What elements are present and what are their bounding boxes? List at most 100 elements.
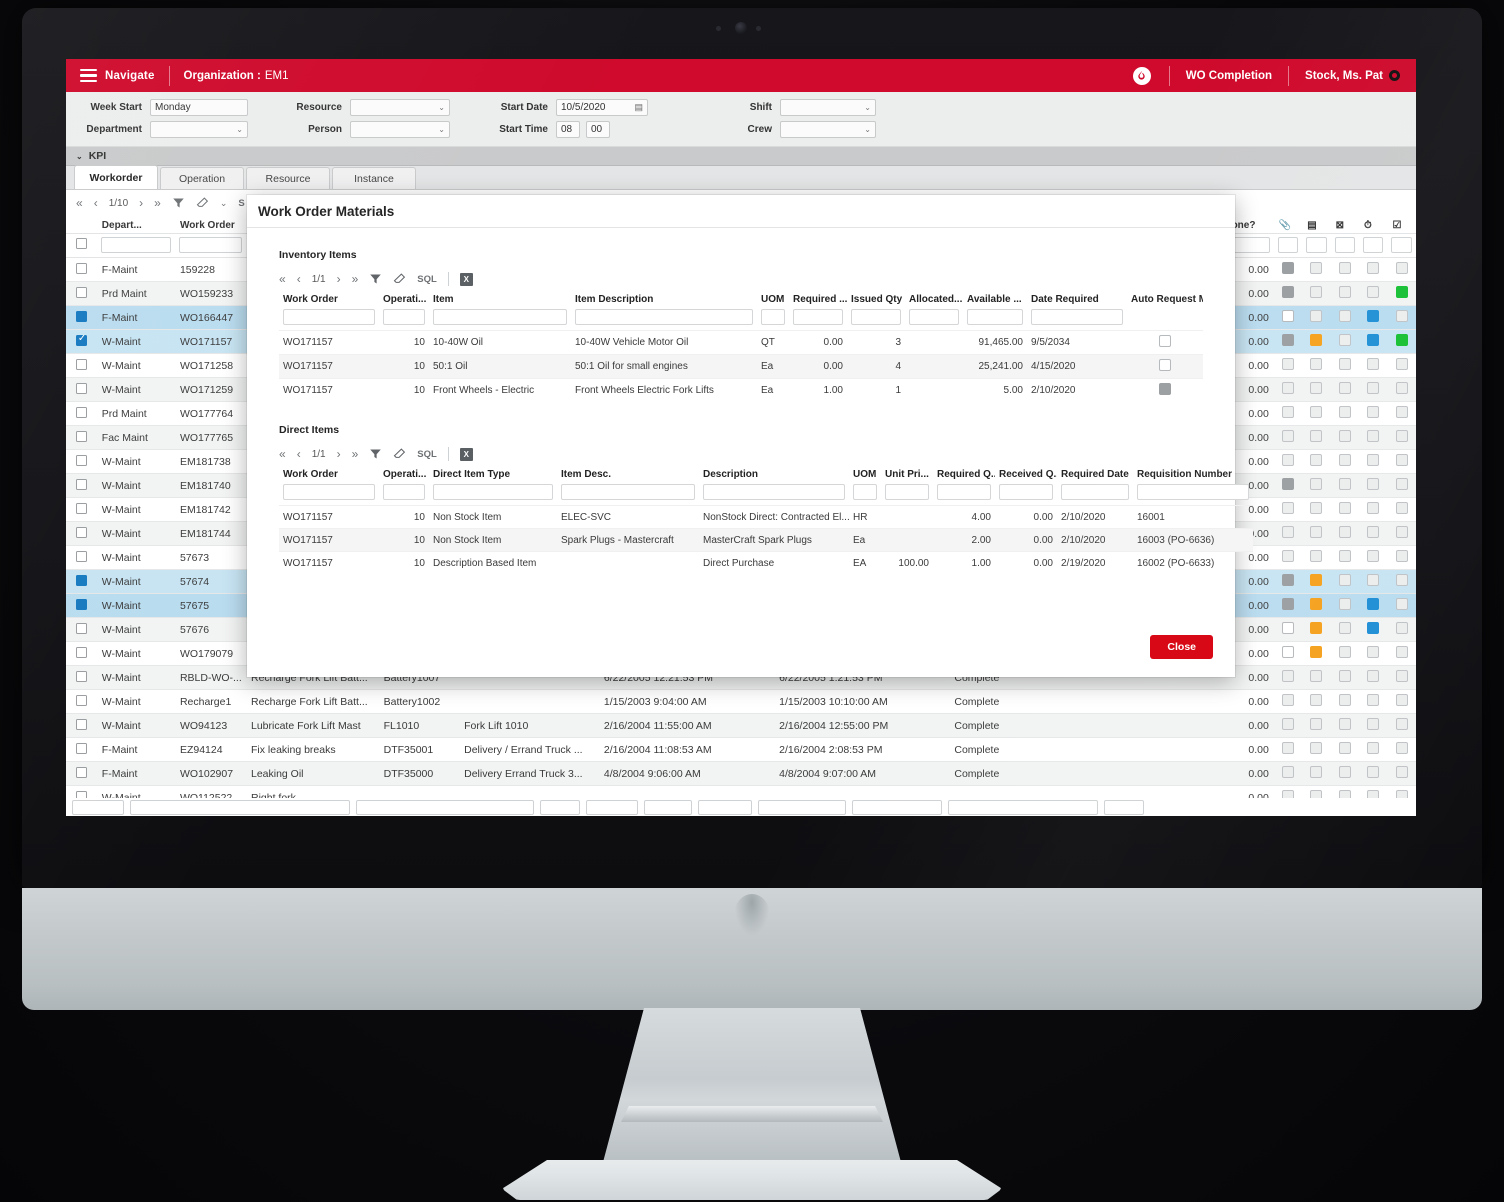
row-checkbox[interactable] — [75, 478, 87, 490]
filter-input-uom[interactable] — [761, 309, 785, 325]
cell-attachment[interactable] — [1273, 521, 1303, 546]
kpi-section-header[interactable]: ⌄ KPI — [66, 147, 1416, 166]
cell-archive[interactable] — [1302, 761, 1331, 786]
cell-archive[interactable] — [1302, 665, 1331, 690]
table-row[interactable]: WO171157 10 Description Based Item Direct P… — [279, 551, 1253, 575]
column-header-required_qty[interactable]: Required Q... — [933, 466, 995, 484]
row-checkbox[interactable] — [75, 430, 87, 442]
filter-input-date_required[interactable] — [1031, 309, 1123, 325]
row-checkbox[interactable] — [75, 454, 87, 466]
cell-alarm[interactable] — [1359, 473, 1388, 498]
cell-alarm[interactable] — [1359, 641, 1388, 666]
filter-item[interactable] — [429, 309, 571, 331]
filter-input-operation[interactable] — [383, 484, 425, 500]
cell-attachment[interactable] — [1273, 401, 1303, 426]
cell-alarm[interactable] — [1359, 569, 1388, 594]
cell-alarm[interactable] — [1359, 353, 1388, 378]
eraser-icon[interactable] — [196, 197, 209, 209]
bottom-filter-8[interactable] — [758, 799, 846, 815]
last-page-icon[interactable]: » — [352, 272, 359, 286]
cell-alarm[interactable] — [1359, 305, 1388, 330]
cell-complete[interactable] — [1387, 497, 1416, 522]
cell-archive[interactable] — [1302, 449, 1331, 474]
bottom-filter-5[interactable] — [586, 799, 638, 815]
first-page-icon[interactable]: « — [279, 447, 286, 461]
cell-archive[interactable] — [1302, 353, 1331, 378]
cell-complete[interactable] — [1387, 353, 1416, 378]
cell-attachment[interactable] — [1273, 761, 1303, 786]
column-header-item_description[interactable]: Item Description — [571, 291, 757, 309]
week-start-input[interactable]: Monday — [150, 99, 248, 116]
next-page-icon[interactable]: › — [139, 196, 143, 210]
filter-available[interactable] — [963, 309, 1027, 331]
row-checkbox[interactable] — [75, 262, 87, 274]
user-menu[interactable]: Stock, Ms. Pat — [1288, 65, 1416, 86]
cell-alarm[interactable] — [1359, 713, 1388, 738]
previous-page-icon[interactable]: ‹ — [297, 272, 301, 286]
cell-archive[interactable] — [1302, 641, 1331, 666]
filter-uom[interactable] — [849, 484, 881, 506]
cancel-icon[interactable]: ⊠ — [1330, 216, 1360, 234]
filter-operation[interactable] — [379, 309, 429, 331]
cell-cancel[interactable] — [1330, 329, 1360, 354]
cell-cancel[interactable] — [1330, 593, 1360, 618]
checkbox-icon[interactable]: ☑ — [1387, 216, 1416, 234]
bottom-filter-4[interactable] — [540, 799, 580, 815]
cell-alarm[interactable] — [1359, 617, 1388, 642]
cell-cancel[interactable] — [1330, 377, 1360, 402]
filter-direct_item_type[interactable] — [429, 484, 557, 506]
table-row[interactable]: WO171157 10 50:1 Oil 50:1 Oil for small eng… — [279, 354, 1203, 379]
column-header-uom[interactable]: UOM — [849, 466, 881, 484]
filter-date_required[interactable] — [1027, 309, 1127, 331]
bottom-filter-11[interactable] — [1104, 799, 1144, 815]
cell-alarm[interactable] — [1359, 545, 1388, 570]
cell-archive[interactable] — [1302, 713, 1331, 738]
cell-alarm[interactable] — [1359, 689, 1388, 714]
cell-alarm[interactable] — [1359, 401, 1388, 426]
row-checkbox[interactable] — [75, 766, 87, 778]
filter-input-description[interactable] — [703, 484, 845, 500]
calendar-icon[interactable]: ▤ — [634, 102, 643, 113]
cell-complete[interactable] — [1387, 713, 1416, 738]
header-department[interactable]: Depart... — [96, 216, 175, 234]
cell-attachment[interactable] — [1273, 713, 1303, 738]
cell-archive[interactable] — [1302, 569, 1331, 594]
filter-required[interactable] — [789, 309, 847, 331]
funnel-icon[interactable] — [369, 273, 382, 285]
column-header-work_order[interactable]: Work Order — [279, 466, 379, 484]
eraser-icon[interactable] — [393, 448, 406, 460]
row-checkbox[interactable] — [75, 382, 87, 394]
bottom-filter-10[interactable] — [948, 799, 1098, 815]
bottom-filter-3[interactable] — [356, 799, 534, 815]
bottom-filter-1[interactable] — [72, 799, 124, 815]
header-work-order[interactable]: Work Order — [174, 216, 246, 234]
column-header-operation[interactable]: Operati... — [379, 291, 429, 309]
filter-input-direct_item_type[interactable] — [433, 484, 553, 500]
row-checkbox[interactable] — [75, 694, 87, 706]
row-checkbox[interactable] — [75, 526, 87, 538]
filter-description[interactable] — [699, 484, 849, 506]
cell-complete[interactable] — [1387, 521, 1416, 546]
cell-archive[interactable] — [1302, 689, 1331, 714]
cell-alarm[interactable] — [1359, 329, 1388, 354]
cell-complete[interactable] — [1387, 377, 1416, 402]
row-checkbox[interactable] — [75, 646, 87, 658]
filter-archive[interactable] — [1302, 233, 1331, 258]
table-row[interactable]: WO171157 10 Non Stock Item Spark Plugs - Ma… — [279, 528, 1253, 552]
navigate-label[interactable]: Navigate — [105, 70, 155, 82]
cell-complete[interactable] — [1387, 257, 1416, 282]
column-header-uom[interactable]: UOM — [757, 291, 789, 309]
person-select[interactable]: ⌄ — [350, 121, 450, 138]
row-checkbox[interactable] — [75, 286, 87, 298]
cell-archive[interactable] — [1302, 617, 1331, 642]
cell-complete[interactable] — [1387, 473, 1416, 498]
cell-alarm[interactable] — [1359, 521, 1388, 546]
filter-work_order[interactable] — [279, 484, 379, 506]
archive-icon[interactable]: ▤ — [1302, 216, 1331, 234]
chevron-down-icon[interactable]: ⌄ — [220, 198, 228, 209]
cell-attachment[interactable] — [1273, 449, 1303, 474]
row-checkbox[interactable] — [75, 622, 87, 634]
select-all-checkbox-cell[interactable] — [66, 233, 97, 258]
cell-complete[interactable] — [1387, 617, 1416, 642]
cell-attachment[interactable] — [1273, 641, 1303, 666]
